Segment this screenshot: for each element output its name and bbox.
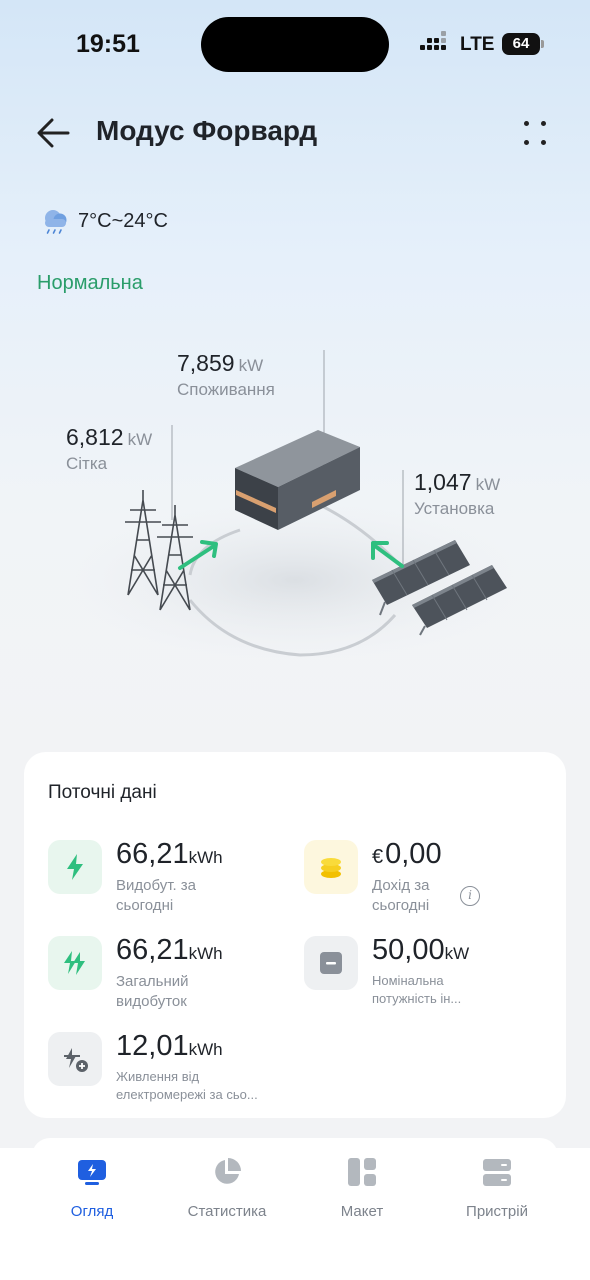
- bottom-tab-bar: Огляд Статистика Макет Пристрій: [0, 1148, 590, 1280]
- metric-label: Живлення від електромережі за сьо...: [116, 1069, 258, 1102]
- bolt-icon: [48, 840, 102, 894]
- grid-plus-icon: [48, 1032, 102, 1086]
- layout-icon: [348, 1158, 376, 1186]
- clock: 19:51: [76, 30, 140, 58]
- inverter-icon: [304, 936, 358, 990]
- app-header: Модус Форвард: [0, 105, 590, 161]
- arrow-left-icon[interactable]: [34, 113, 74, 153]
- double-bolt-icon: [48, 936, 102, 990]
- page-title: Модус Форвард: [96, 115, 318, 146]
- ground-shadow: [65, 500, 525, 660]
- overview-icon: [78, 1160, 106, 1185]
- metric-label: Дохід за сьогодні: [372, 877, 430, 914]
- card-title: Поточні дані: [48, 782, 157, 803]
- network-type: LTE: [460, 34, 495, 55]
- signal-icon: [420, 31, 450, 53]
- temperature-range: 7°C~24°C: [78, 209, 168, 232]
- grid-label: 6,812 kW Сітка: [66, 424, 153, 473]
- weather-info: 7°C~24°C: [40, 205, 168, 237]
- metric-label: Номінальна потужність ін...: [372, 973, 462, 1006]
- info-icon[interactable]: i: [460, 886, 480, 906]
- tab-statistics[interactable]: Статистика: [162, 1156, 292, 1220]
- status-bar: 19:51 LTE 64: [0, 0, 590, 90]
- tab-overview[interactable]: Огляд: [27, 1156, 157, 1220]
- metric-label: Загальний видобуток: [116, 973, 189, 1010]
- energy-flow-illustration: [65, 350, 525, 660]
- cloud-rain-icon: [45, 210, 67, 234]
- tab-layout[interactable]: Макет: [297, 1156, 427, 1220]
- installation-label: 1,047 kW Установка: [414, 469, 501, 518]
- tab-device[interactable]: Пристрій: [432, 1156, 562, 1220]
- pie-chart-icon: [215, 1158, 241, 1184]
- energy-flow-diagram: 7,859 kW Споживання 6,812 kW Сітка 1,047 kW…: [0, 330, 590, 690]
- coins-icon: [304, 840, 358, 894]
- device-icon: [483, 1159, 511, 1186]
- metric-label: Видобут. за сьогодні: [116, 877, 197, 914]
- more-dots-icon[interactable]: [520, 115, 552, 151]
- battery-icon: 64: [502, 33, 544, 55]
- plant-status: Нормальна: [37, 272, 143, 294]
- dynamic-island: [201, 17, 389, 72]
- current-data-card: Поточні дані 66,21kWh Видобут. за сьогод…: [24, 752, 566, 1118]
- consumption-label: 7,859 kW Споживання: [177, 350, 275, 399]
